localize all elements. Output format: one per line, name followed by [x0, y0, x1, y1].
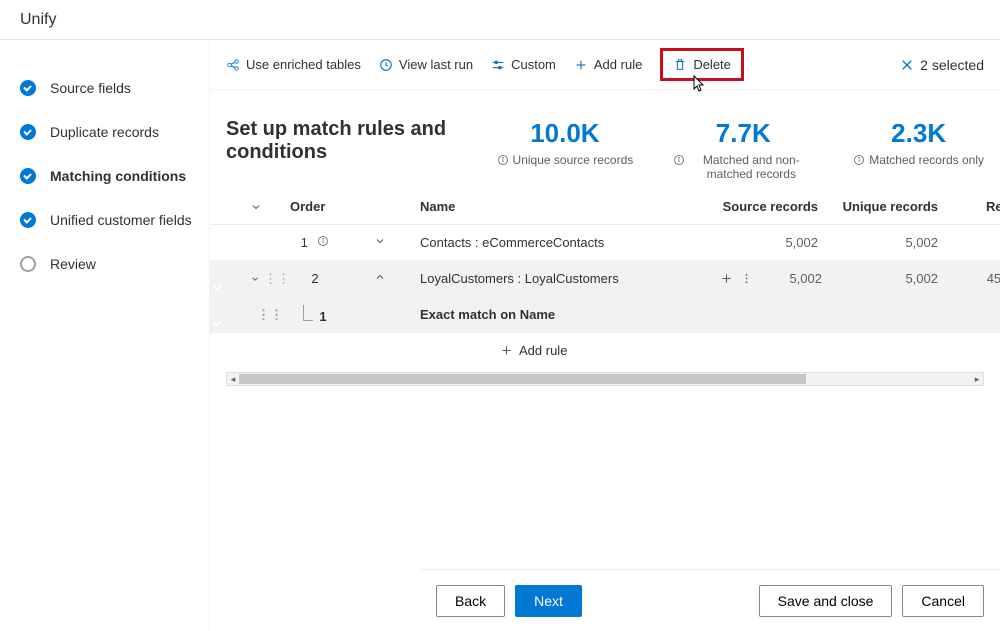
info-icon	[497, 154, 509, 166]
row-name: Contacts : eCommerceContacts	[420, 235, 720, 250]
sort-expand[interactable]	[250, 201, 290, 213]
row-name: Exact match on Name	[420, 307, 720, 322]
toolbar: Use enriched tables View last run Custom…	[210, 40, 1000, 90]
more-icon[interactable]	[745, 272, 748, 285]
app-title: Unify	[20, 11, 56, 29]
plus-icon[interactable]	[720, 272, 733, 285]
step-review[interactable]: Review	[20, 256, 209, 272]
cancel-button[interactable]: Cancel	[902, 585, 984, 617]
back-button[interactable]: Back	[436, 585, 505, 617]
info-icon[interactable]	[317, 235, 329, 247]
history-icon	[379, 58, 393, 72]
steps-sidebar: Source fields Duplicate records Matching…	[0, 40, 210, 631]
horizontal-scrollbar[interactable]: ◂ ▸	[226, 372, 984, 386]
scroll-left-icon[interactable]: ◂	[227, 373, 239, 385]
step-label: Review	[50, 256, 96, 272]
stat-matched-nonmatched: 7.7K Matched and non-matched records	[673, 118, 813, 181]
stat-unique-source: 10.0K Unique source records	[497, 118, 634, 181]
step-label: Duplicate records	[50, 124, 159, 140]
step-source-fields[interactable]: Source fields	[20, 80, 209, 96]
step-label: Source fields	[50, 80, 131, 96]
col-order[interactable]: Order	[290, 199, 340, 214]
x-icon	[900, 58, 914, 72]
circle-icon	[20, 256, 36, 272]
tree-line-icon	[303, 305, 313, 321]
step-label: Unified customer fields	[50, 212, 192, 228]
drag-handle-icon[interactable]: ⋮⋮	[257, 307, 283, 322]
col-unique-records[interactable]: Unique records	[830, 199, 950, 214]
add-rule-inline-button[interactable]: Add rule	[210, 333, 1000, 368]
next-button[interactable]: Next	[515, 585, 582, 617]
table-row[interactable]: ⋮⋮ 1 Exact match on Name	[210, 297, 1000, 333]
app-header: Unify	[0, 0, 1000, 40]
table-row[interactable]: ⋮⋮ 2 LoyalCustomers : LoyalCustomers	[210, 261, 1000, 297]
share-icon	[226, 58, 240, 72]
step-label: Matching conditions	[50, 168, 186, 184]
delete-button[interactable]: Delete	[660, 48, 744, 81]
scrollbar-thumb[interactable]	[239, 374, 806, 384]
check-icon	[20, 80, 36, 96]
plus-icon	[574, 58, 588, 72]
step-duplicate-records[interactable]: Duplicate records	[20, 124, 209, 140]
info-icon	[853, 154, 865, 166]
row-name: LoyalCustomers : LoyalCustomers	[420, 271, 720, 286]
add-rule-button[interactable]: Add rule	[574, 57, 642, 72]
page-title: Set up match rules and conditions	[226, 118, 497, 164]
check-icon	[20, 124, 36, 140]
col-source-records[interactable]: Source records	[720, 199, 830, 214]
use-enriched-tables-button[interactable]: Use enriched tables	[226, 57, 361, 72]
chevron-down-icon	[250, 201, 262, 213]
info-icon	[673, 154, 685, 166]
drag-handle-icon[interactable]: ⋮⋮	[264, 271, 290, 287]
stat-matched-only: 2.3K Matched records only	[853, 118, 984, 181]
check-icon	[20, 168, 36, 184]
scroll-right-icon[interactable]: ▸	[971, 373, 983, 385]
view-last-run-button[interactable]: View last run	[379, 57, 473, 72]
table-row[interactable]: 1 Contacts : eCommerceContacts 5,002 5,0…	[210, 225, 1000, 261]
col-records[interactable]: Records	[950, 199, 1000, 214]
chevron-up-icon[interactable]	[374, 271, 386, 283]
selection-count[interactable]: 2 selected	[900, 57, 984, 73]
sliders-icon	[491, 58, 505, 72]
rules-table: Order Name Source records Unique records…	[210, 189, 1000, 631]
plus-icon	[500, 344, 513, 357]
step-unified-customer-fields[interactable]: Unified customer fields	[20, 212, 209, 228]
chevron-down-icon[interactable]	[250, 274, 260, 284]
trash-icon	[673, 58, 687, 72]
save-and-close-button[interactable]: Save and close	[759, 585, 893, 617]
step-matching-conditions[interactable]: Matching conditions	[20, 168, 209, 184]
footer: Back Next Save and close Cancel	[420, 569, 1000, 631]
table-header: Order Name Source records Unique records…	[210, 189, 1000, 225]
stats-row: 10.0K Unique source records 7.7K Matched…	[497, 118, 984, 181]
chevron-down-icon[interactable]	[374, 235, 386, 247]
custom-button[interactable]: Custom	[491, 57, 556, 72]
main-content: Use enriched tables View last run Custom…	[210, 40, 1000, 631]
check-icon	[20, 212, 36, 228]
col-name[interactable]: Name	[420, 199, 720, 214]
